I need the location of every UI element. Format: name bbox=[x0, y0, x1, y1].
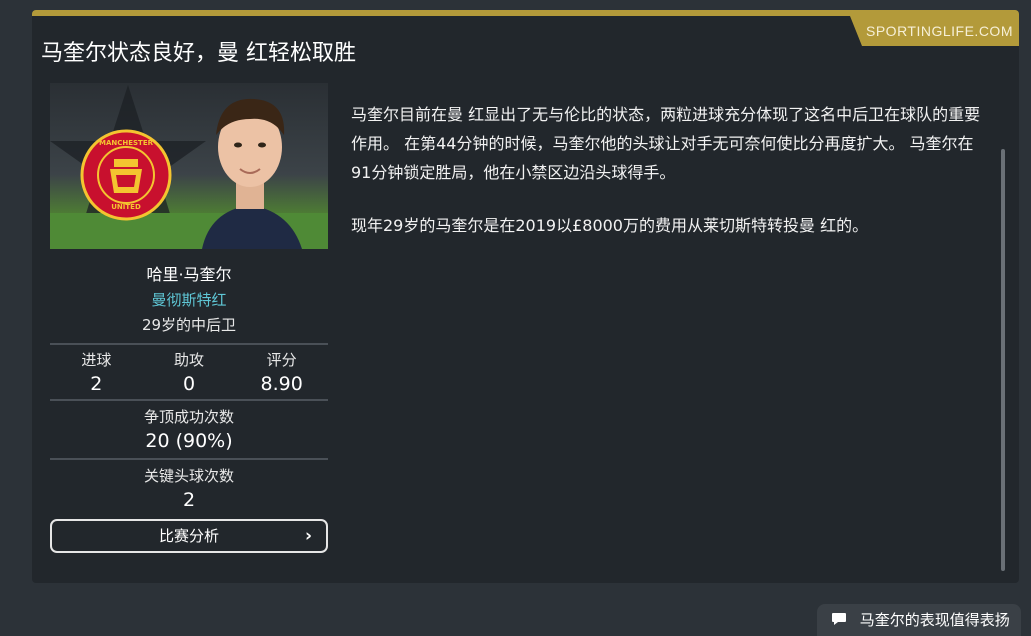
crest-text-top: MANCHESTER bbox=[99, 139, 154, 147]
player-portrait bbox=[202, 98, 302, 249]
player-club-link[interactable]: 曼彻斯特红 bbox=[50, 289, 328, 310]
stats-row: 进球 2 助攻 0 评分 8.90 bbox=[50, 343, 328, 399]
stat-label: 争顶成功次数 bbox=[143, 408, 234, 426]
stat-rating: 评分 8.90 bbox=[235, 349, 328, 395]
player-name: 哈里·马奎尔 bbox=[146, 265, 232, 284]
praise-player-button[interactable]: 马奎尔的表现值得表扬 bbox=[817, 604, 1021, 636]
speech-bubble-icon bbox=[831, 605, 847, 636]
stat-goals: 进球 2 bbox=[50, 349, 143, 395]
chevron-right-icon: › bbox=[304, 526, 312, 546]
stat-label: 评分 bbox=[266, 351, 297, 369]
stat-value: 8.90 bbox=[260, 373, 303, 395]
stat-headers-won: 争顶成功次数 20 (90%) bbox=[50, 399, 328, 458]
stat-label: 关键头球次数 bbox=[143, 467, 234, 485]
match-analysis-button[interactable]: 比赛分析 › bbox=[50, 519, 328, 553]
stat-key-headers: 关键头球次数 2 bbox=[50, 458, 328, 517]
player-photo: MANCHESTER UNITED bbox=[50, 83, 328, 249]
crest-text-bottom: UNITED bbox=[111, 203, 141, 211]
news-screen: SPORTINGLIFE.COM 马奎尔状态良好，曼 红轻松取胜 MANCHES… bbox=[0, 0, 1031, 636]
praise-player-label: 马奎尔的表现值得表扬 bbox=[859, 611, 1010, 629]
stat-value: 20 (90%) bbox=[145, 430, 233, 452]
club-crest-icon: MANCHESTER UNITED bbox=[80, 129, 172, 221]
player-panel: MANCHESTER UNITED 哈里·马奎尔 曼彻斯特红 29岁的中后卫 进… bbox=[50, 83, 328, 553]
match-analysis-label: 比赛分析 bbox=[158, 527, 219, 545]
stat-assists: 助攻 0 bbox=[143, 349, 236, 395]
player-description: 29岁的中后卫 bbox=[141, 316, 237, 334]
article-paragraph: 马奎尔目前在曼 红显出了无与伦比的状态，两粒进球充分体现了这名中后卫在球队的重要… bbox=[351, 105, 981, 182]
news-card: SPORTINGLIFE.COM 马奎尔状态良好，曼 红轻松取胜 MANCHES… bbox=[32, 10, 1019, 583]
stat-value: 0 bbox=[182, 373, 196, 395]
stat-label: 进球 bbox=[81, 351, 112, 369]
headline: 马奎尔状态良好，曼 红轻松取胜 bbox=[41, 41, 356, 66]
article-body: 马奎尔目前在曼 红显出了无与伦比的状态，两粒进球充分体现了这名中后卫在球队的重要… bbox=[351, 100, 981, 264]
article-paragraph: 现年29岁的马奎尔是在2019以£8000万的费用从莱切斯特转投曼 红的。 bbox=[351, 216, 869, 235]
source-tag: SPORTINGLIFE.COM bbox=[850, 16, 1019, 46]
player-photo-art: MANCHESTER UNITED bbox=[50, 85, 328, 249]
stat-value: 2 bbox=[182, 489, 196, 511]
article-scrollbar[interactable] bbox=[1001, 149, 1005, 571]
stat-value: 2 bbox=[90, 373, 103, 395]
stat-label: 助攻 bbox=[174, 351, 205, 369]
